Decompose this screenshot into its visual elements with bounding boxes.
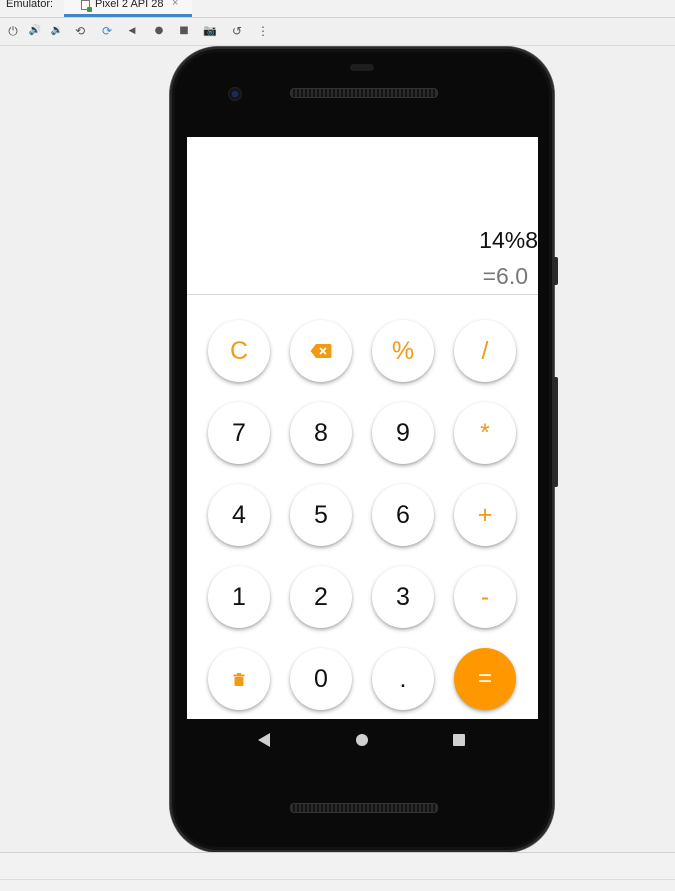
power-icon[interactable]: ⏻ xyxy=(5,23,21,39)
delete-all-button[interactable] xyxy=(208,648,270,710)
minus-button[interactable]: - xyxy=(454,566,516,628)
home-icon[interactable]: ● xyxy=(151,23,167,39)
more-icon[interactable]: ⋮ xyxy=(255,23,271,39)
digit-4-button[interactable]: 4 xyxy=(208,484,270,546)
emulator-tab-bar: Emulator: Pixel 2 API 28 × xyxy=(0,0,675,18)
backspace-button[interactable] xyxy=(290,320,352,382)
equals-button[interactable]: = xyxy=(454,648,516,710)
top-speaker-grille xyxy=(290,88,438,98)
backspace-icon xyxy=(310,344,332,358)
calculator-screen: 14%8 =6.0 C % / 7 8 9 * 4 5 6 + 1 2 3 - xyxy=(187,137,538,719)
earpiece xyxy=(350,64,374,71)
expression-display: 14%8 xyxy=(479,227,538,253)
phone-frame: 14%8 =6.0 C % / 7 8 9 * 4 5 6 + 1 2 3 - xyxy=(170,47,558,852)
display-divider xyxy=(187,294,538,295)
digit-2-button[interactable]: 2 xyxy=(290,566,352,628)
multiply-button[interactable]: * xyxy=(454,402,516,464)
clear-button[interactable]: C xyxy=(208,320,270,382)
percent-button[interactable]: % xyxy=(372,320,434,382)
nav-back-icon[interactable] xyxy=(258,733,270,747)
power-side-button[interactable] xyxy=(554,257,558,285)
digit-5-button[interactable]: 5 xyxy=(290,484,352,546)
tab-close-icon[interactable]: × xyxy=(172,0,178,9)
emulator-panel-label: Emulator: xyxy=(6,0,54,10)
plus-button[interactable]: + xyxy=(454,484,516,546)
emulator-toolbar: ⏻ 🔊 🔉 ⟲ ⟳ ◀ ● ■ 📷 ↺ ⋮ xyxy=(0,18,675,46)
digit-7-button[interactable]: 7 xyxy=(208,402,270,464)
volume-up-icon[interactable]: 🔊 xyxy=(27,23,43,39)
result-display: =6.0 xyxy=(482,263,528,289)
digit-8-button[interactable]: 8 xyxy=(290,402,352,464)
digit-0-button[interactable]: 0 xyxy=(290,648,352,710)
bottom-speaker-grille xyxy=(290,803,438,813)
volume-side-button[interactable] xyxy=(554,377,558,487)
nav-overview-icon[interactable] xyxy=(453,734,465,746)
trash-icon xyxy=(233,672,245,686)
overview-icon[interactable]: ■ xyxy=(176,23,192,39)
back-icon[interactable]: ◀ xyxy=(124,23,140,39)
device-icon xyxy=(81,0,92,12)
divide-button[interactable]: / xyxy=(454,320,516,382)
ide-status-bar xyxy=(0,852,675,891)
reset-icon[interactable]: ↺ xyxy=(229,23,245,39)
digit-1-button[interactable]: 1 xyxy=(208,566,270,628)
front-camera-icon xyxy=(228,87,242,101)
screenshot-icon[interactable]: 📷 xyxy=(202,23,218,39)
tab-pixel-2-api-28[interactable]: Pixel 2 API 28 × xyxy=(64,0,192,17)
digit-9-button[interactable]: 9 xyxy=(372,402,434,464)
rotate-right-icon[interactable]: ⟳ xyxy=(99,23,115,39)
rotate-left-icon[interactable]: ⟲ xyxy=(72,23,88,39)
tab-title: Pixel 2 API 28 xyxy=(95,0,164,10)
nav-home-icon[interactable] xyxy=(356,734,368,746)
decimal-point-button[interactable]: . xyxy=(372,648,434,710)
digit-3-button[interactable]: 3 xyxy=(372,566,434,628)
volume-down-icon[interactable]: 🔉 xyxy=(49,23,65,39)
digit-6-button[interactable]: 6 xyxy=(372,484,434,546)
